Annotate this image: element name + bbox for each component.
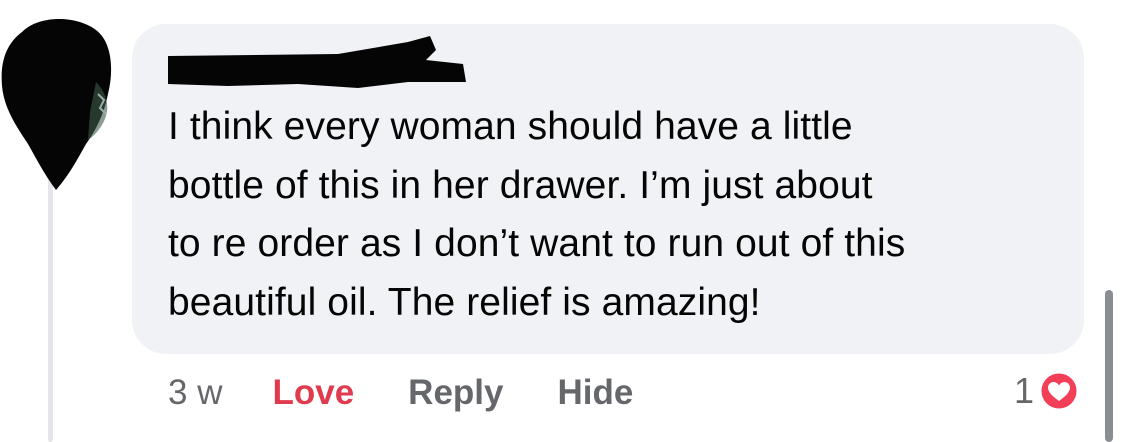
- thread-line: [48, 178, 53, 442]
- comment-thread: I think every woman should have a little…: [0, 0, 1126, 442]
- reply-button[interactable]: Reply: [408, 373, 503, 413]
- love-button[interactable]: Love: [272, 373, 354, 413]
- love-reaction-icon: [1038, 370, 1080, 412]
- hide-button[interactable]: Hide: [557, 373, 633, 413]
- comment-text: I think every woman should have a little…: [168, 105, 906, 324]
- scrollbar[interactable]: [1105, 290, 1113, 442]
- reaction-summary[interactable]: 1: [1014, 366, 1080, 416]
- author-name[interactable]: [168, 34, 468, 88]
- reaction-count: 1: [1014, 370, 1035, 411]
- comment-actions: 3 w Love Reply Hide: [168, 368, 687, 418]
- comment-timestamp[interactable]: 3 w: [168, 373, 222, 413]
- avatar[interactable]: [0, 12, 112, 190]
